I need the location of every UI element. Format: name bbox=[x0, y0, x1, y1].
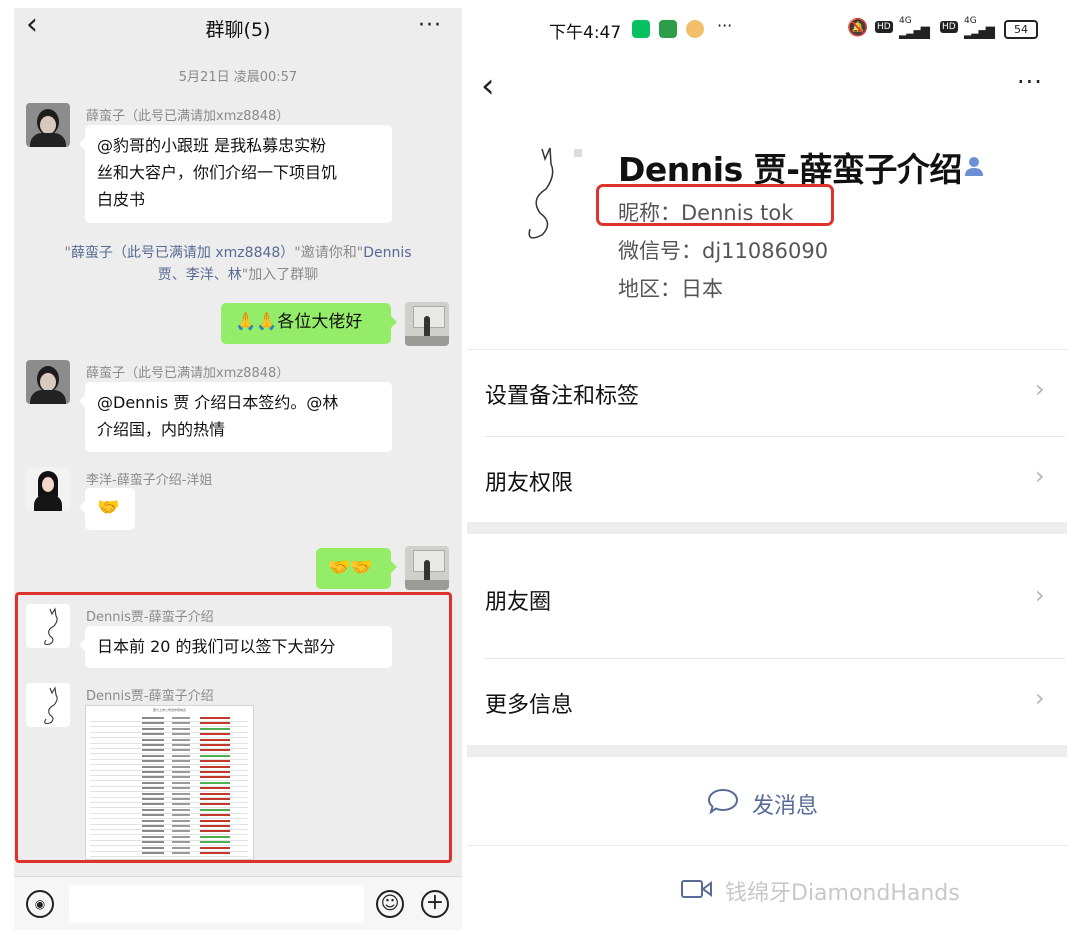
region-text: 地区：日本 bbox=[618, 277, 723, 301]
message-line: 介绍国，内的热情 bbox=[97, 420, 226, 439]
chevron-right-icon: › bbox=[1035, 684, 1045, 712]
message-line: @Dennis 贾 介绍日本签约。@林 bbox=[97, 393, 339, 412]
status-time: 下午4:47 bbox=[549, 23, 622, 43]
section-gap bbox=[467, 522, 1067, 534]
chevron-right-icon: › bbox=[1035, 581, 1045, 609]
message-bubble[interactable]: @Dennis 贾 介绍日本签约。@林 介绍国，内的热情 bbox=[79, 382, 392, 452]
invite-end-text: "加入了群聊 bbox=[241, 267, 319, 283]
section-gap bbox=[467, 745, 1067, 757]
chevron-right-icon: › bbox=[1035, 375, 1045, 403]
chat-bubble-icon bbox=[707, 788, 739, 815]
send-message-label: 发消息 bbox=[752, 794, 819, 819]
row-label: 朋友圈 bbox=[485, 590, 552, 615]
app-notification-icon bbox=[686, 20, 704, 38]
plus-icon[interactable]: + bbox=[421, 890, 449, 918]
invitee-link[interactable]: 贾、李洋、林 bbox=[158, 267, 242, 283]
avatar[interactable] bbox=[26, 360, 70, 404]
message-bubble[interactable]: @豹哥的小跟班 是我私募忠实粉 丝和大容户，你们介绍一下项目饥 白皮书 bbox=[79, 125, 392, 223]
wechat-notification-icon bbox=[632, 20, 650, 38]
signal-icon: ▂▃▅▇ bbox=[964, 25, 995, 39]
timestamp-label: 5月21日 凌晨00:57 bbox=[178, 70, 298, 85]
my-message-bubble[interactable]: 🙏🙏各位大佬好 bbox=[221, 303, 397, 344]
invitee-link[interactable]: Dennis bbox=[363, 245, 411, 261]
message-line: @豹哥的小跟班 是我私募忠实粉 bbox=[97, 136, 327, 155]
watermark: 钱绵牙DiamondHands bbox=[725, 881, 960, 906]
sender-name: 薛蛮子（此号已满请加xmz8848） bbox=[86, 366, 290, 381]
input-bar: ◉ ☺ + bbox=[14, 876, 462, 930]
highlight-box bbox=[15, 592, 452, 863]
profile-avatar[interactable] bbox=[490, 139, 587, 257]
my-message-bubble[interactable]: 🤝🤝 bbox=[316, 548, 397, 589]
system-invite-notice: "薛蛮子（此号已满请加 xmz8848）"邀请你和"Dennis 贾、李洋、林"… bbox=[34, 242, 442, 286]
more-button[interactable]: ··· bbox=[418, 13, 442, 38]
row-more-info[interactable]: 更多信息 › bbox=[467, 659, 1067, 745]
app-notification-icon bbox=[659, 20, 677, 38]
video-call-icon[interactable] bbox=[681, 878, 713, 900]
avatar[interactable] bbox=[26, 103, 70, 147]
row-remarks-tags[interactable]: 设置备注和标签 › bbox=[467, 350, 1067, 436]
message-line: 白皮书 bbox=[97, 190, 146, 209]
wechat-id-text: 微信号：dj11086090 bbox=[618, 239, 829, 263]
contact-person-icon bbox=[965, 157, 983, 176]
mute-icon: 🔕 bbox=[847, 18, 869, 38]
emoji-icon[interactable]: ☺ bbox=[376, 890, 404, 918]
hd-icon: HD bbox=[875, 21, 893, 33]
row-label: 更多信息 bbox=[485, 693, 574, 718]
chat-title: 群聊(5) bbox=[205, 19, 271, 41]
chat-header: ‹ 群聊(5) ··· bbox=[14, 8, 462, 48]
more-notifications: ··· bbox=[717, 16, 733, 35]
group-chat-screen: ‹ 群聊(5) ··· 5月21日 凌晨00:57 薛蛮子（此号已满请加xmz8… bbox=[14, 8, 462, 930]
my-avatar[interactable] bbox=[405, 546, 449, 590]
row-moments[interactable]: 朋友圈 › bbox=[467, 534, 1067, 658]
highlight-box bbox=[596, 184, 834, 226]
voice-icon[interactable]: ◉ bbox=[26, 890, 54, 918]
signal-icon: ▂▃▅▇ bbox=[899, 25, 930, 39]
chevron-right-icon: › bbox=[1035, 462, 1045, 490]
hd-icon: HD bbox=[940, 21, 958, 33]
divider bbox=[467, 845, 1067, 846]
contact-profile-screen: 下午4:47 ··· 🔕 HD 4G ▂▃▅▇ HD 4G ▂▃▅▇ 54 ‹ … bbox=[467, 8, 1067, 930]
my-avatar[interactable] bbox=[405, 302, 449, 346]
row-label: 设置备注和标签 bbox=[485, 384, 640, 409]
message-line: 丝和大容户，你们介绍一下项目饥 bbox=[97, 163, 338, 182]
avatar[interactable] bbox=[26, 467, 70, 511]
cat-sketch-icon bbox=[528, 147, 582, 239]
invite-text: "邀请你和" bbox=[294, 245, 364, 261]
inviter-link[interactable]: 薛蛮子（此号已满请加 xmz8848） bbox=[71, 245, 294, 261]
sender-name: 李洋-薛蛮子介绍-洋姐 bbox=[86, 473, 213, 488]
message-input[interactable] bbox=[69, 885, 364, 923]
row-friend-permissions[interactable]: 朋友权限 › bbox=[467, 437, 1067, 522]
row-label: 朋友权限 bbox=[485, 471, 574, 496]
sender-name: 薛蛮子（此号已满请加xmz8848） bbox=[86, 109, 290, 124]
message-bubble[interactable]: 🤝 bbox=[79, 488, 135, 530]
more-button[interactable]: ··· bbox=[1017, 68, 1043, 96]
battery-icon: 54 bbox=[1004, 20, 1038, 39]
back-button[interactable]: ‹ bbox=[481, 66, 495, 106]
